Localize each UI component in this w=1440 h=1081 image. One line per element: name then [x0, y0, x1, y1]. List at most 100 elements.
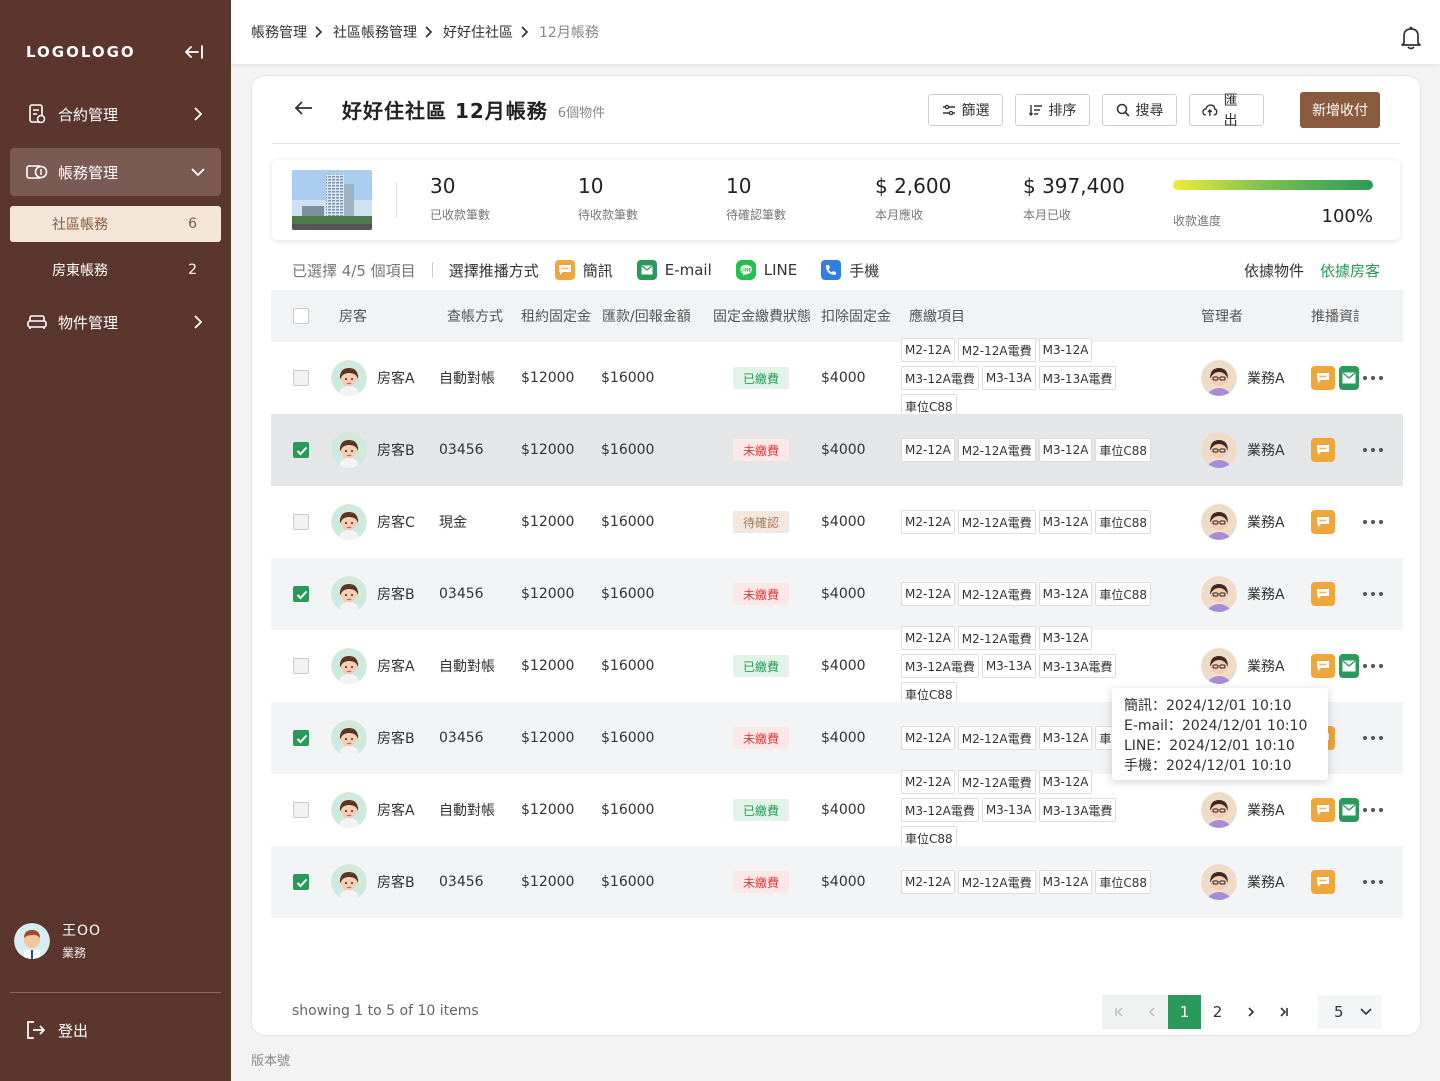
sms-sent-icon[interactable]: [1311, 438, 1335, 462]
page-size-select[interactable]: 5: [1318, 995, 1382, 1029]
more-actions-icon[interactable]: [1363, 584, 1383, 604]
prev-page-button[interactable]: [1135, 995, 1168, 1029]
sms-sent-icon[interactable]: [1311, 654, 1335, 678]
row-checkbox[interactable]: [293, 730, 309, 746]
stat-received: $ 397,400 本月已收: [1023, 174, 1125, 222]
tenant-cell[interactable]: 房客B: [331, 864, 415, 900]
channel-phone[interactable]: 手機: [821, 260, 879, 281]
manager-cell: 業務A: [1201, 504, 1285, 540]
row-checkbox[interactable]: [293, 874, 309, 890]
manager-avatar: [1201, 576, 1237, 612]
col-status: 固定金繳費狀態: [713, 309, 811, 325]
row-checkbox[interactable]: [293, 802, 309, 818]
title-row: 好好住社區 12月帳務 6個物件 篩選 排序 搜尋 匯出 新增收付: [272, 76, 1400, 144]
page-button-2[interactable]: 2: [1201, 995, 1234, 1029]
item-tag: M2-12A電費: [957, 870, 1036, 894]
channel-sms[interactable]: 簡訊: [554, 260, 613, 281]
search-button[interactable]: 搜尋: [1102, 94, 1177, 126]
back-arrow-icon[interactable]: [294, 100, 318, 120]
row-checkbox[interactable]: [293, 586, 309, 602]
table-row[interactable]: 房客B 03456 $12000 $16000 未繳費 $4000 M2-12A…: [271, 558, 1403, 630]
more-actions-icon[interactable]: [1363, 440, 1383, 460]
page-button-1[interactable]: 1: [1168, 995, 1201, 1029]
item-tag: M3-12A: [1038, 338, 1093, 362]
check-method: 03456: [439, 874, 484, 890]
breadcrumb-item[interactable]: 好好住社區: [443, 22, 513, 42]
row-checkbox[interactable]: [293, 442, 309, 458]
logout-icon: [26, 1020, 46, 1041]
manager-avatar: [1201, 504, 1237, 540]
table-row[interactable]: 房客B 03456 $12000 $16000 未繳費 $4000 M2-12A…: [271, 414, 1403, 486]
sidebar-divider: [10, 992, 221, 993]
table-row[interactable]: 房客C 現金 $12000 $16000 待確認 $4000 M2-12A M2-…: [271, 486, 1403, 558]
table-row[interactable]: 房客B 03456 $12000 $16000 未繳費 $4000 M2-12A…: [271, 846, 1403, 918]
user-profile[interactable]: 王OO 業務: [14, 920, 101, 961]
email-sent-icon[interactable]: [1339, 366, 1359, 390]
first-page-button[interactable]: [1102, 995, 1135, 1029]
row-checkbox[interactable]: [293, 370, 309, 386]
sort-button[interactable]: 排序: [1015, 94, 1090, 126]
deduct-amount: $4000: [821, 442, 866, 458]
table-row[interactable]: 房客A 自動對帳 $12000 $16000 已繳費 $4000 M2-12A M…: [271, 338, 1403, 418]
tenant-name: 房客B: [377, 875, 415, 891]
toggle-by-property[interactable]: 依據物件: [1244, 260, 1304, 281]
more-actions-icon[interactable]: [1363, 512, 1383, 532]
more-actions-icon[interactable]: [1363, 800, 1383, 820]
tenant-cell[interactable]: 房客B: [331, 576, 415, 612]
sms-sent-icon[interactable]: [1311, 870, 1335, 894]
nav-item-label: 物件管理: [58, 313, 119, 332]
items-list: M2-12A M2-12A電費 M3-12A M3-12A電費 M3-13A M3-13A…: [901, 770, 1173, 850]
export-button[interactable]: 匯出: [1189, 93, 1264, 129]
tenant-cell[interactable]: 房客A: [331, 648, 415, 684]
filter-button[interactable]: 篩選: [928, 94, 1003, 126]
nav-item-billing[interactable]: 帳務管理: [10, 148, 221, 196]
sidebar-item-community-billing[interactable]: 社區帳務 6: [10, 206, 221, 242]
select-all-checkbox[interactable]: [293, 308, 309, 324]
progress-bar: [1173, 180, 1373, 190]
toggle-by-tenant[interactable]: 依據房客: [1320, 260, 1380, 281]
last-page-button[interactable]: [1267, 995, 1300, 1029]
table-row[interactable]: 房客A 自動對帳 $12000 $16000 已繳費 $4000 M2-12A M…: [271, 770, 1403, 850]
more-actions-icon[interactable]: [1363, 872, 1383, 892]
sidebar-item-landlord-billing[interactable]: 房東帳務 2: [10, 252, 221, 288]
rent-amount: $12000: [521, 514, 575, 530]
sms-sent-icon[interactable]: [1311, 366, 1335, 390]
email-sent-icon[interactable]: [1339, 798, 1359, 822]
push-info: [1311, 654, 1363, 678]
channel-email[interactable]: E-mail: [636, 260, 712, 280]
more-actions-icon[interactable]: [1363, 728, 1383, 748]
channel-line[interactable]: LINE LINE: [735, 260, 797, 280]
tenant-avatar: [331, 648, 367, 684]
tenant-cell[interactable]: 房客B: [331, 432, 415, 468]
items-list: M2-12AM2-12A電費M3-12A車位C88: [901, 438, 1173, 462]
sms-sent-icon[interactable]: [1311, 582, 1335, 606]
manager-name: 業務A: [1247, 515, 1285, 531]
tenant-cell[interactable]: 房客A: [331, 792, 415, 828]
logout-button[interactable]: 登出: [26, 1020, 88, 1041]
add-payment-button[interactable]: 新增收付: [1300, 92, 1380, 128]
sms-sent-icon[interactable]: [1311, 798, 1335, 822]
tenant-cell[interactable]: 房客C: [331, 504, 415, 540]
row-checkbox[interactable]: [293, 514, 309, 530]
more-actions-icon[interactable]: [1363, 656, 1383, 676]
row-checkbox[interactable]: [293, 658, 309, 674]
bell-icon[interactable]: [1400, 26, 1422, 50]
more-actions-icon[interactable]: [1363, 368, 1383, 388]
push-method-prompt: 選擇推播方式: [448, 261, 539, 280]
tenant-cell[interactable]: 房客A: [331, 360, 415, 396]
breadcrumb-item[interactable]: 帳務管理: [251, 22, 307, 42]
tenant-cell[interactable]: 房客B: [331, 720, 415, 756]
nav-item-contracts[interactable]: 合約管理: [10, 90, 221, 138]
sms-sent-icon[interactable]: [1311, 510, 1335, 534]
item-tag: 車位C88: [1095, 510, 1152, 534]
manager-cell: 業務A: [1201, 792, 1285, 828]
next-page-button[interactable]: [1234, 995, 1267, 1029]
collapse-sidebar-icon[interactable]: [183, 43, 205, 61]
email-sent-icon[interactable]: [1339, 654, 1359, 678]
nav-item-properties[interactable]: 物件管理: [10, 298, 221, 346]
building-image: [292, 170, 372, 230]
stat-pending-collection: 10 待收款筆數: [578, 174, 639, 222]
sofa-icon: [26, 311, 48, 333]
breadcrumb-item[interactable]: 社區帳務管理: [333, 22, 417, 42]
col-manager: 管理者: [1201, 309, 1243, 325]
